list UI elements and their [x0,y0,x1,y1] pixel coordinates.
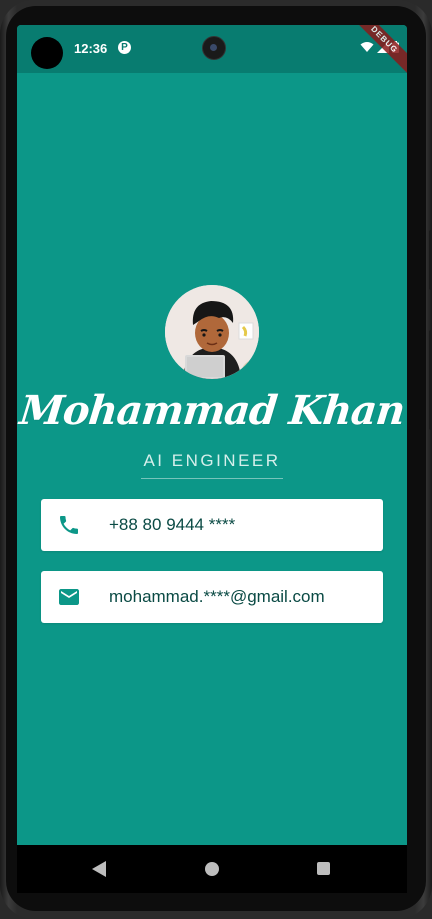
camera-cutout [31,37,63,69]
status-bar: 12:36 P DEBUG [17,25,407,77]
status-time: 12:36 [74,41,108,56]
wifi-icon [360,42,374,52]
front-camera [202,36,226,60]
profile-title: AI ENGINEER [143,451,281,470]
profile-name: Mohammad Khan [17,387,407,434]
home-icon[interactable] [205,862,219,876]
email-card[interactable]: mohammad.****@gmail.com [41,571,383,623]
app-screen: 12:36 P DEBUG Mohammad Khan AI ENGINEER … [17,25,407,893]
notification-icon: P [118,41,131,54]
phone-icon [60,516,78,534]
divider [141,478,283,479]
email-icon [59,589,79,605]
avatar-illustration [165,285,259,379]
phone-card[interactable]: +88 80 9444 **** [41,499,383,551]
avatar [165,285,259,379]
back-icon[interactable] [92,861,106,877]
email-address: mohammad.****@gmail.com [109,587,325,606]
navigation-bar [17,845,407,893]
recents-icon[interactable] [317,862,330,875]
device-frame: 12:36 P DEBUG Mohammad Khan AI ENGINEER … [0,0,432,919]
phone-number: +88 80 9444 **** [109,515,236,534]
